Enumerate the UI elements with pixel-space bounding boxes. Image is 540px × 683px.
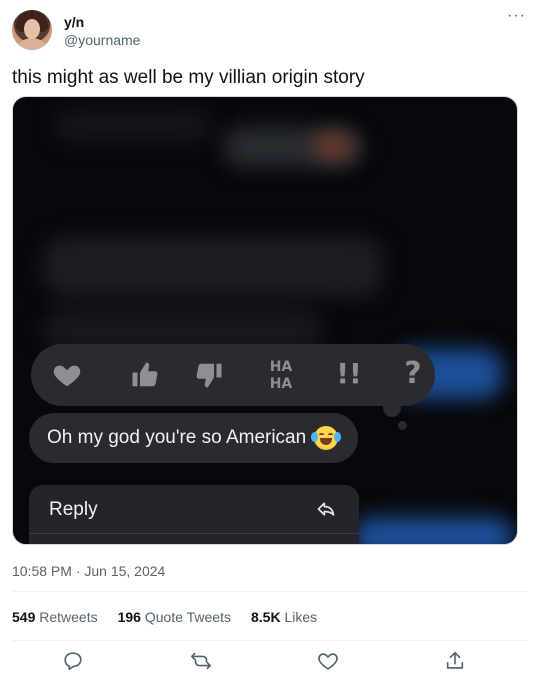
blurred-background — [43, 237, 383, 297]
heart-icon[interactable] — [49, 357, 85, 393]
tapback-reaction-bar: HA HA !! ? — [31, 344, 435, 406]
message-text: Oh my god you're so American — [47, 427, 307, 448]
retweet-icon[interactable] — [190, 650, 214, 674]
reply-label: Reply — [49, 499, 98, 520]
share-icon[interactable] — [444, 650, 468, 674]
emoji-tear — [334, 432, 342, 442]
tears-of-joy-emoji-icon — [311, 426, 342, 450]
tweet-media-image[interactable]: HA HA !! ? Oh my god you're so American … — [12, 96, 518, 545]
tweet-header: y/n @yourname ··· — [12, 8, 528, 56]
menu-divider — [29, 533, 359, 534]
blurred-blue-bubble — [353, 517, 513, 544]
tweet-timestamp[interactable]: 10:58 PM · Jun 15, 2024 — [12, 563, 165, 579]
user-handle[interactable]: @yourname — [64, 32, 140, 48]
tweet-actions — [0, 650, 540, 676]
retweets-count: 549 — [12, 609, 36, 625]
bubble-tail — [398, 421, 407, 430]
thumbs-up-icon[interactable] — [127, 357, 163, 393]
avatar[interactable] — [12, 10, 52, 50]
reply-icon[interactable] — [62, 650, 86, 674]
divider — [12, 640, 528, 641]
tweet-stats: 549 Retweets 196 Quote Tweets 8.5K Likes — [12, 609, 337, 625]
like-icon[interactable] — [317, 650, 341, 674]
exclamation-icon[interactable]: !! — [331, 357, 367, 393]
emoji-tear — [311, 432, 319, 442]
emoji-mouth — [320, 438, 333, 445]
more-options-icon[interactable]: ··· — [507, 8, 526, 24]
likes-label: Likes — [284, 609, 318, 625]
tweet-text: this might as well be my villian origin … — [12, 67, 365, 88]
emoji-eye — [319, 433, 325, 436]
quotes-label: Quote Tweets — [144, 609, 231, 625]
emoji-eye — [328, 433, 334, 436]
retweets-label: Retweets — [39, 609, 98, 625]
exclamation-label: !! — [336, 357, 362, 390]
bubble-tail — [383, 399, 401, 417]
likes-count: 8.5K — [251, 609, 281, 625]
question-icon[interactable]: ? — [395, 357, 431, 393]
quote-tweets-stat[interactable]: 196 Quote Tweets — [118, 609, 231, 625]
display-name[interactable]: y/n — [64, 14, 84, 30]
thumbs-down-icon[interactable] — [191, 357, 227, 393]
blurred-background — [53, 111, 213, 141]
haha-bottom-label: HA — [269, 376, 293, 392]
avatar-face — [24, 19, 40, 39]
message-bubble[interactable]: Oh my god you're so American — [29, 413, 359, 463]
question-label: ? — [404, 356, 422, 391]
divider — [12, 591, 528, 592]
avatar-shoulder — [14, 38, 50, 50]
reply-menu[interactable]: Reply — [29, 485, 359, 544]
retweets-stat[interactable]: 549 Retweets — [12, 609, 98, 625]
reply-arrow-icon — [315, 499, 337, 519]
haha-icon[interactable]: HA HA — [263, 357, 299, 393]
likes-stat[interactable]: 8.5K Likes — [251, 609, 317, 625]
quotes-count: 196 — [117, 609, 141, 625]
blurred-background — [313, 133, 353, 159]
haha-top-label: HA — [269, 359, 293, 375]
